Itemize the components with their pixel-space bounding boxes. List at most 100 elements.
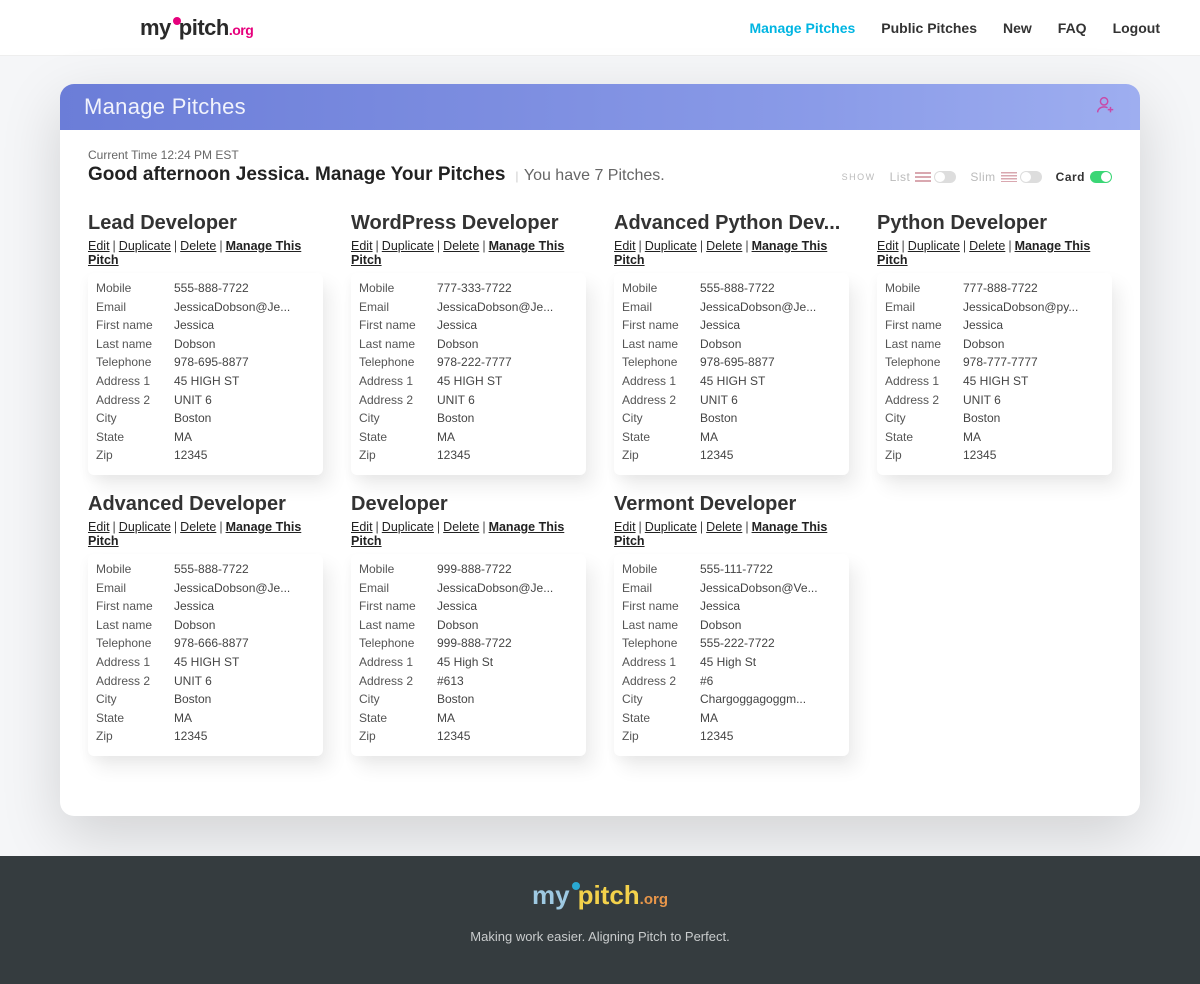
detail-row: Telephone999-888-7722 xyxy=(359,634,578,653)
field-label: First name xyxy=(885,316,963,335)
field-label: Mobile xyxy=(359,560,437,579)
detail-row: Last nameDobson xyxy=(359,616,578,635)
list-toggle[interactable] xyxy=(934,171,956,183)
detail-row: Telephone978-666-8877 xyxy=(96,634,315,653)
field-label: Email xyxy=(359,298,437,317)
field-value: Dobson xyxy=(174,335,315,354)
nav-new[interactable]: New xyxy=(1003,20,1032,36)
field-label: Last name xyxy=(622,616,700,635)
nav-public-pitches[interactable]: Public Pitches xyxy=(881,20,977,36)
pitch-title: WordPress Developer xyxy=(351,212,586,235)
field-label: Mobile xyxy=(359,279,437,298)
card-actions: Edit|Duplicate|Delete|Manage This Pitch xyxy=(351,520,586,548)
slim-toggle[interactable] xyxy=(1020,171,1042,183)
field-label: Address 2 xyxy=(96,391,174,410)
delete-link[interactable]: Delete xyxy=(969,239,1005,253)
edit-link[interactable]: Edit xyxy=(88,239,110,253)
field-value: 45 HIGH ST xyxy=(700,372,841,391)
logo-my: my xyxy=(140,15,171,40)
field-label: Email xyxy=(96,579,174,598)
detail-row: Mobile777-333-7722 xyxy=(359,279,578,298)
field-value: Boston xyxy=(174,409,315,428)
field-label: Email xyxy=(622,579,700,598)
field-label: Zip xyxy=(622,446,700,465)
detail-row: Zip12345 xyxy=(622,446,841,465)
field-value: 978-777-7777 xyxy=(963,353,1104,372)
pitch-title: Lead Developer xyxy=(88,212,323,235)
field-label: Address 1 xyxy=(96,653,174,672)
logo[interactable]: mypitch.org xyxy=(140,15,253,41)
view-slim[interactable]: Slim xyxy=(970,170,1041,184)
view-list[interactable]: List xyxy=(890,170,957,184)
edit-link[interactable]: Edit xyxy=(614,520,636,534)
field-value: Boston xyxy=(174,690,315,709)
field-label: Mobile xyxy=(96,279,174,298)
footer-logo[interactable]: mypitch.org xyxy=(0,880,1200,911)
field-label: City xyxy=(885,409,963,428)
field-value: Boston xyxy=(437,409,578,428)
pitch-title: Advanced Python Dev... xyxy=(614,212,849,235)
field-value: 12345 xyxy=(963,446,1104,465)
edit-link[interactable]: Edit xyxy=(351,239,373,253)
greeting: Good afternoon Jessica. Manage Your Pitc… xyxy=(88,164,505,186)
field-label: Address 1 xyxy=(96,372,174,391)
card-details: Mobile555-111-7722EmailJessicaDobson@Ve.… xyxy=(614,554,849,756)
detail-row: StateMA xyxy=(359,709,578,728)
nav-manage-pitches[interactable]: Manage Pitches xyxy=(749,20,855,36)
duplicate-link[interactable]: Duplicate xyxy=(119,239,171,253)
duplicate-link[interactable]: Duplicate xyxy=(908,239,960,253)
field-label: State xyxy=(359,709,437,728)
field-label: State xyxy=(622,709,700,728)
delete-link[interactable]: Delete xyxy=(180,239,216,253)
pitch-card: WordPress DeveloperEdit|Duplicate|Delete… xyxy=(351,212,586,475)
user-add-icon[interactable] xyxy=(1094,94,1116,121)
field-value: Dobson xyxy=(437,616,578,635)
view-card[interactable]: Card xyxy=(1056,170,1112,184)
card-toggle[interactable] xyxy=(1090,171,1112,183)
field-value: UNIT 6 xyxy=(963,391,1104,410)
detail-row: Mobile555-888-7722 xyxy=(96,279,315,298)
duplicate-link[interactable]: Duplicate xyxy=(645,520,697,534)
field-label: Address 2 xyxy=(96,672,174,691)
duplicate-link[interactable]: Duplicate xyxy=(645,239,697,253)
detail-row: Telephone978-695-8877 xyxy=(622,353,841,372)
duplicate-link[interactable]: Duplicate xyxy=(119,520,171,534)
detail-row: EmailJessicaDobson@Je... xyxy=(622,298,841,317)
field-value: 978-695-8877 xyxy=(700,353,841,372)
duplicate-link[interactable]: Duplicate xyxy=(382,520,434,534)
pitch-card: Advanced Python Dev...Edit|Duplicate|Del… xyxy=(614,212,849,475)
duplicate-link[interactable]: Duplicate xyxy=(382,239,434,253)
detail-row: Last nameDobson xyxy=(96,616,315,635)
field-value: Dobson xyxy=(700,616,841,635)
edit-link[interactable]: Edit xyxy=(351,520,373,534)
field-label: City xyxy=(359,409,437,428)
pitch-title: Advanced Developer xyxy=(88,493,323,516)
field-value: Boston xyxy=(963,409,1104,428)
field-label: First name xyxy=(359,597,437,616)
nav-faq[interactable]: FAQ xyxy=(1058,20,1087,36)
field-value: 45 HIGH ST xyxy=(437,372,578,391)
edit-link[interactable]: Edit xyxy=(614,239,636,253)
field-value: #613 xyxy=(437,672,578,691)
delete-link[interactable]: Delete xyxy=(180,520,216,534)
edit-link[interactable]: Edit xyxy=(88,520,110,534)
field-label: First name xyxy=(96,316,174,335)
delete-link[interactable]: Delete xyxy=(443,239,479,253)
nav-logout[interactable]: Logout xyxy=(1113,20,1160,36)
delete-link[interactable]: Delete xyxy=(706,239,742,253)
field-value: 555-111-7722 xyxy=(700,560,841,579)
card-actions: Edit|Duplicate|Delete|Manage This Pitch xyxy=(88,239,323,267)
field-label: First name xyxy=(622,597,700,616)
field-value: 45 HIGH ST xyxy=(174,372,315,391)
delete-link[interactable]: Delete xyxy=(706,520,742,534)
field-value: 777-888-7722 xyxy=(963,279,1104,298)
delete-link[interactable]: Delete xyxy=(443,520,479,534)
field-label: Mobile xyxy=(96,560,174,579)
field-label: State xyxy=(622,428,700,447)
detail-row: Last nameDobson xyxy=(622,335,841,354)
edit-link[interactable]: Edit xyxy=(877,239,899,253)
pitch-count: You have 7 Pitches. xyxy=(515,167,664,185)
field-value: Dobson xyxy=(437,335,578,354)
field-label: Address 1 xyxy=(359,372,437,391)
field-label: Zip xyxy=(359,446,437,465)
